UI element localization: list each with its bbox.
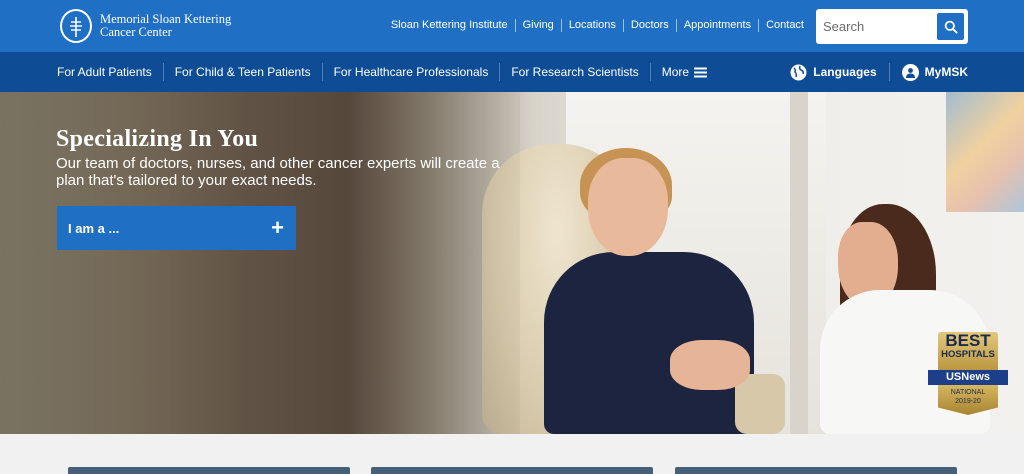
badge-header: BEST HOSPITALS <box>938 332 998 372</box>
main-nav: For Adult Patients For Child & Teen Pati… <box>0 52 1024 92</box>
hero-subtitle: Our team of doctors, nurses, and other c… <box>56 155 500 189</box>
photo-window-frame <box>790 92 808 434</box>
photo-patient-hands <box>670 340 750 390</box>
nav-utilities: Languages MyMSK <box>790 52 968 92</box>
utility-link-locations[interactable]: Locations <box>562 19 624 32</box>
badge-shield: NATIONAL 2019-20 <box>938 385 998 415</box>
i-am-a-label: I am a ... <box>68 220 120 236</box>
content-card-2[interactable] <box>371 467 653 474</box>
badge-ribbon: USNews <box>928 370 1008 385</box>
hero-title: Specializing In You <box>56 126 259 152</box>
content-section <box>0 434 1024 474</box>
utility-link-giving[interactable]: Giving <box>516 19 562 32</box>
nav-divider <box>888 63 890 81</box>
utility-link-appointments[interactable]: Appointments <box>677 19 760 32</box>
search-box <box>816 9 968 44</box>
nav-item-adult-patients[interactable]: For Adult Patients <box>46 63 164 81</box>
utility-link-contact[interactable]: Contact <box>759 19 804 32</box>
msk-emblem-icon <box>60 9 92 43</box>
photo-patient-face <box>588 158 668 256</box>
us-news-best-hospitals-badge[interactable]: BEST HOSPITALS USNews NATIONAL 2019-20 <box>928 330 1008 426</box>
logo-line-2: Cancer Center <box>100 25 172 39</box>
content-card-1[interactable] <box>68 467 350 474</box>
search-button[interactable] <box>937 13 964 40</box>
search-input[interactable] <box>823 17 933 35</box>
badge-best: BEST <box>945 331 991 350</box>
badge-national: NATIONAL <box>950 389 986 396</box>
logo-wordmark: Memorial Sloan Kettering Cancer Center <box>100 13 231 39</box>
user-icon <box>901 63 919 81</box>
utility-nav: Sloan Kettering Institute Giving Locatio… <box>384 19 804 32</box>
nav-more-label: More <box>661 65 690 79</box>
globe-icon <box>790 64 807 80</box>
search-icon <box>944 20 958 34</box>
photo-chair-arm <box>735 374 785 434</box>
nav-item-research-scientists[interactable]: For Research Scientists <box>500 63 651 81</box>
content-card-3[interactable] <box>675 467 957 474</box>
plus-icon: + <box>271 215 284 240</box>
languages-button[interactable]: Languages <box>790 64 877 81</box>
badge-hospitals: HOSPITALS <box>941 349 995 360</box>
top-header: Memorial Sloan Kettering Cancer Center S… <box>0 0 1024 52</box>
i-am-a-dropdown-button[interactable]: I am a ... + <box>57 206 296 250</box>
msk-logo[interactable]: Memorial Sloan Kettering Cancer Center <box>60 9 231 43</box>
nav-item-healthcare-professionals[interactable]: For Healthcare Professionals <box>323 63 501 81</box>
languages-label: Languages <box>813 65 877 79</box>
photo-wall-art <box>946 92 1024 212</box>
mymsk-label: MyMSK <box>924 65 968 79</box>
nav-item-child-teen-patients[interactable]: For Child & Teen Patients <box>164 63 323 81</box>
audience-nav: For Adult Patients For Child & Teen Pati… <box>46 52 718 92</box>
utility-link-doctors[interactable]: Doctors <box>624 19 677 32</box>
hamburger-icon <box>694 67 708 77</box>
utility-link-sloan-kettering-institute[interactable]: Sloan Kettering Institute <box>384 19 516 32</box>
mymsk-button[interactable]: MyMSK <box>901 63 968 81</box>
nav-more-button[interactable]: More <box>651 63 718 81</box>
badge-year: 2019-20 <box>955 398 981 405</box>
hero-banner: Specializing In You Our team of doctors,… <box>0 92 1024 434</box>
